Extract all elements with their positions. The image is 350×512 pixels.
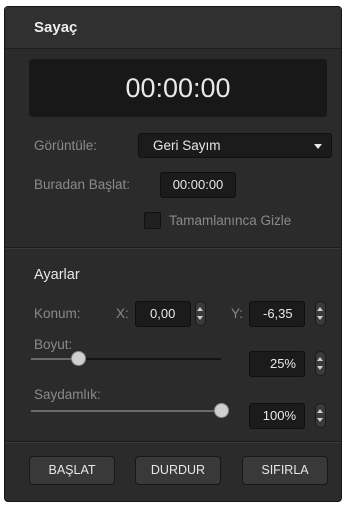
footer-divider-highlight — [5, 442, 341, 443]
size-input[interactable]: 25% — [249, 351, 305, 377]
stepper-down-icon[interactable] — [317, 418, 323, 422]
position-y-input[interactable]: -6,35 — [249, 301, 305, 327]
timer-panel: Sayaç 00:00:00 Görüntüle: Geri Sayım Bur… — [4, 6, 342, 502]
stepper-up-icon[interactable] — [317, 307, 323, 311]
display-mode-dropdown[interactable]: Geri Sayım — [138, 133, 332, 158]
settings-title: Ayarlar — [34, 267, 80, 283]
position-y-stepper[interactable] — [315, 301, 326, 326]
position-label: Konum: — [34, 306, 81, 321]
size-stepper[interactable] — [315, 351, 326, 376]
stepper-down-icon[interactable] — [197, 316, 203, 320]
opacity-stepper[interactable] — [315, 403, 326, 428]
size-slider-thumb[interactable] — [71, 351, 86, 366]
hide-on-complete-label: Tamamlanınca Gizle — [169, 213, 292, 228]
timer-display: 00:00:00 — [29, 59, 327, 117]
start-from-input[interactable]: 00:00:00 — [160, 172, 236, 198]
start-button[interactable]: BAŞLAT — [29, 456, 115, 485]
chevron-down-icon — [314, 144, 322, 149]
position-x-input[interactable]: 0,00 — [135, 301, 191, 327]
position-y-label: Y: — [231, 306, 244, 321]
stepper-up-icon[interactable] — [317, 357, 323, 361]
display-mode-label: Görüntüle: — [34, 138, 98, 153]
size-label: Boyut: — [34, 337, 73, 352]
stepper-down-icon[interactable] — [317, 366, 323, 370]
position-x-stepper[interactable] — [195, 301, 206, 326]
opacity-slider-fill — [31, 410, 221, 412]
display-mode-value: Geri Sayım — [153, 138, 221, 153]
panel-header: Sayaç — [5, 7, 341, 49]
stepper-up-icon[interactable] — [197, 307, 203, 311]
stop-button[interactable]: DURDUR — [135, 456, 221, 485]
position-x-label: X: — [116, 306, 129, 321]
opacity-label: Saydamlık: — [34, 387, 101, 402]
opacity-input[interactable]: 100% — [249, 403, 305, 429]
hide-on-complete-checkbox[interactable] — [144, 212, 161, 229]
start-from-label: Buradan Başlat: — [34, 177, 131, 192]
stepper-down-icon[interactable] — [317, 316, 323, 320]
stepper-up-icon[interactable] — [317, 409, 323, 413]
reset-button[interactable]: SIFIRLA — [242, 456, 328, 485]
opacity-slider-thumb[interactable] — [213, 403, 229, 418]
panel-title: Sayaç — [34, 19, 78, 36]
section-divider-highlight — [5, 248, 341, 249]
